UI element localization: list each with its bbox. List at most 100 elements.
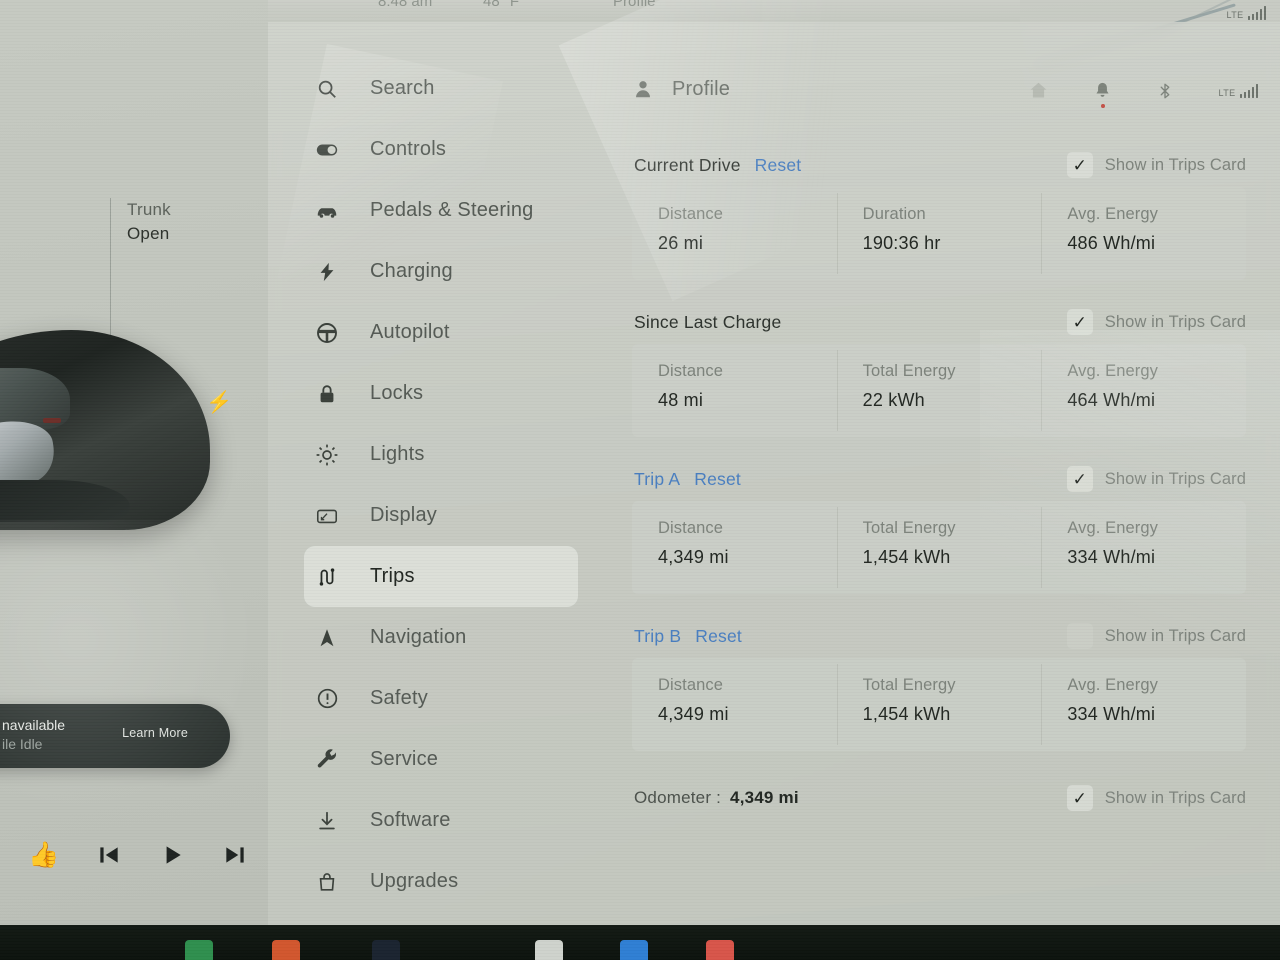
next-track-icon[interactable] bbox=[222, 842, 248, 868]
car-taillight bbox=[43, 418, 61, 423]
trunk-callout-line2: Open bbox=[127, 224, 170, 243]
navigation-icon bbox=[314, 625, 340, 651]
sidebar-label-trips: Trips bbox=[370, 565, 415, 587]
stat-value: 486 Wh/mi bbox=[1067, 233, 1156, 253]
show-in-trips-card-toggle-trip-a[interactable]: ✓ Show in Trips Card bbox=[1066, 466, 1246, 492]
stat-cell: Distance 26 mi bbox=[632, 187, 837, 280]
app-icon-orange[interactable] bbox=[272, 940, 300, 960]
sidebar-item-service[interactable]: Service bbox=[304, 729, 578, 790]
sidebar-item-autopilot[interactable]: Autopilot bbox=[304, 302, 578, 363]
show-in-trips-card-toggle-since-last-charge[interactable]: ✓ Show in Trips Card bbox=[1066, 309, 1246, 335]
lte-signal-icon[interactable]: LTE bbox=[1218, 83, 1258, 98]
display-icon bbox=[314, 503, 340, 529]
show-in-trips-card-label: Show in Trips Card bbox=[1104, 626, 1246, 645]
sidebar-label-safety: Safety bbox=[370, 687, 428, 709]
stat-cell: Distance 4,349 mi bbox=[632, 658, 837, 751]
toggle-icon bbox=[314, 137, 340, 163]
stat-value: 334 Wh/mi bbox=[1067, 704, 1156, 724]
sidebar-item-trips[interactable]: Trips bbox=[304, 546, 578, 607]
stat-card: Distance 26 mi Duration 190:36 hr Avg. E… bbox=[632, 187, 1246, 280]
light-icon bbox=[314, 442, 340, 468]
sidebar-item-pedals-steering[interactable]: Pedals & Steering bbox=[304, 180, 578, 241]
stat-value: 48 mi bbox=[658, 390, 704, 410]
notification-dot bbox=[1100, 104, 1105, 108]
stat-value: 334 Wh/mi bbox=[1067, 547, 1156, 567]
sidebar-item-controls[interactable]: Controls bbox=[304, 119, 578, 180]
stat-value: 190:36 hr bbox=[862, 233, 941, 253]
sidebar-item-safety[interactable]: Safety bbox=[304, 668, 578, 729]
lte-label-top: LTE bbox=[1226, 10, 1244, 20]
sidebar-label-controls: Controls bbox=[370, 138, 447, 160]
show-in-trips-card-label: Show in Trips Card bbox=[1104, 155, 1246, 174]
sidebar-item-upgrades[interactable]: Upgrades bbox=[304, 851, 578, 912]
stat-cell: Distance 4,349 mi bbox=[632, 501, 837, 594]
bell-icon[interactable] bbox=[1093, 81, 1112, 108]
trip-a-name-button[interactable]: Trip A bbox=[634, 469, 680, 490]
previous-track-icon[interactable] bbox=[96, 842, 122, 868]
stat-value: 4,349 mi bbox=[658, 704, 729, 724]
bag-icon bbox=[314, 869, 340, 895]
stat-value: 464 Wh/mi bbox=[1067, 390, 1156, 410]
show-in-trips-card-toggle-trip-b[interactable]: ✓ Show in Trips Card bbox=[1066, 623, 1246, 649]
toast-line1: navailable bbox=[2, 717, 66, 733]
toast-text: navailable ile Idle bbox=[2, 716, 65, 754]
car-render[interactable] bbox=[0, 330, 210, 530]
stat-key: Avg. Energy bbox=[1067, 205, 1159, 223]
sidebar-item-search[interactable]: Search bbox=[304, 58, 578, 119]
checkbox-unchecked[interactable]: ✓ bbox=[1066, 623, 1093, 649]
bluetooth-icon[interactable] bbox=[1156, 81, 1174, 101]
learn-more-button[interactable]: Learn More bbox=[122, 726, 188, 740]
app-icon-white[interactable] bbox=[535, 940, 563, 960]
play-icon[interactable] bbox=[159, 842, 185, 868]
download-icon bbox=[314, 808, 340, 834]
temperature-label[interactable]: 48 °F bbox=[483, 0, 519, 10]
app-icon-dark[interactable] bbox=[372, 940, 400, 960]
lock-icon bbox=[314, 381, 340, 407]
stat-key: Distance bbox=[658, 205, 723, 223]
top-profile-label[interactable]: Profile bbox=[613, 0, 656, 10]
stat-key: Total Energy bbox=[862, 519, 956, 537]
clock-label[interactable]: 8:48 am bbox=[378, 0, 432, 10]
show-in-trips-card-toggle-current-drive[interactable]: ✓ Show in Trips Card bbox=[1066, 152, 1246, 178]
sidebar-item-navigation[interactable]: Navigation bbox=[304, 607, 578, 668]
show-in-trips-card-label: Show in Trips Card bbox=[1104, 788, 1246, 807]
warning-icon bbox=[314, 686, 340, 712]
stat-cell: Total Energy 22 kWh bbox=[836, 344, 1042, 437]
signal-bars-top bbox=[1247, 6, 1266, 20]
sidebar-label-software: Software bbox=[370, 809, 451, 831]
sidebar-item-charging[interactable]: Charging bbox=[304, 241, 578, 302]
sidebar-item-software[interactable]: Software bbox=[304, 790, 578, 851]
reset-button-trip-a[interactable]: Reset bbox=[694, 469, 741, 490]
show-in-trips-card-toggle-odometer[interactable]: ✓ Show in Trips Card bbox=[1066, 785, 1246, 811]
checkbox-checked[interactable]: ✓ bbox=[1066, 309, 1093, 335]
checkbox-checked[interactable]: ✓ bbox=[1066, 466, 1093, 492]
sidebar-label-upgrades: Upgrades bbox=[370, 870, 459, 892]
stat-value: 4,349 mi bbox=[658, 547, 729, 567]
signal-bars bbox=[1239, 83, 1258, 98]
map-lte-indicator: LTE bbox=[1226, 6, 1266, 20]
app-icon-red[interactable] bbox=[706, 940, 734, 960]
section-current-drive: Current Drive Reset ✓ Show in Trips Card… bbox=[632, 148, 1246, 280]
stat-cell: Avg. Energy 486 Wh/mi bbox=[1041, 187, 1246, 280]
home-icon[interactable] bbox=[1028, 80, 1049, 101]
trip-b-name-button[interactable]: Trip B bbox=[634, 626, 681, 647]
sidebar-item-lights[interactable]: Lights bbox=[304, 424, 578, 485]
toast-line2: ile Idle bbox=[2, 736, 43, 752]
sidebar-item-locks[interactable]: Locks bbox=[304, 363, 578, 424]
bolt-icon bbox=[314, 259, 340, 285]
show-in-trips-card-label: Show in Trips Card bbox=[1104, 312, 1246, 331]
reset-button-current-drive[interactable]: Reset bbox=[755, 155, 802, 176]
trips-icon bbox=[314, 564, 340, 590]
sidebar-item-display[interactable]: Display bbox=[304, 485, 578, 546]
checkbox-checked[interactable]: ✓ bbox=[1066, 152, 1093, 178]
notification-toast[interactable]: navailable ile Idle Learn More bbox=[0, 704, 230, 768]
stat-value: 22 kWh bbox=[862, 390, 925, 410]
section-header: Since Last Charge ✓ Show in Trips Card bbox=[632, 305, 1246, 339]
reset-button-trip-b[interactable]: Reset bbox=[695, 626, 742, 647]
stat-value: 1,454 kWh bbox=[862, 547, 951, 567]
stat-cell: Avg. Energy 334 Wh/mi bbox=[1041, 501, 1246, 594]
stat-card: Distance 4,349 mi Total Energy 1,454 kWh… bbox=[632, 658, 1246, 751]
app-icon-green[interactable] bbox=[185, 940, 213, 960]
app-icon-blue[interactable] bbox=[620, 940, 648, 960]
checkbox-checked[interactable]: ✓ bbox=[1066, 785, 1093, 811]
